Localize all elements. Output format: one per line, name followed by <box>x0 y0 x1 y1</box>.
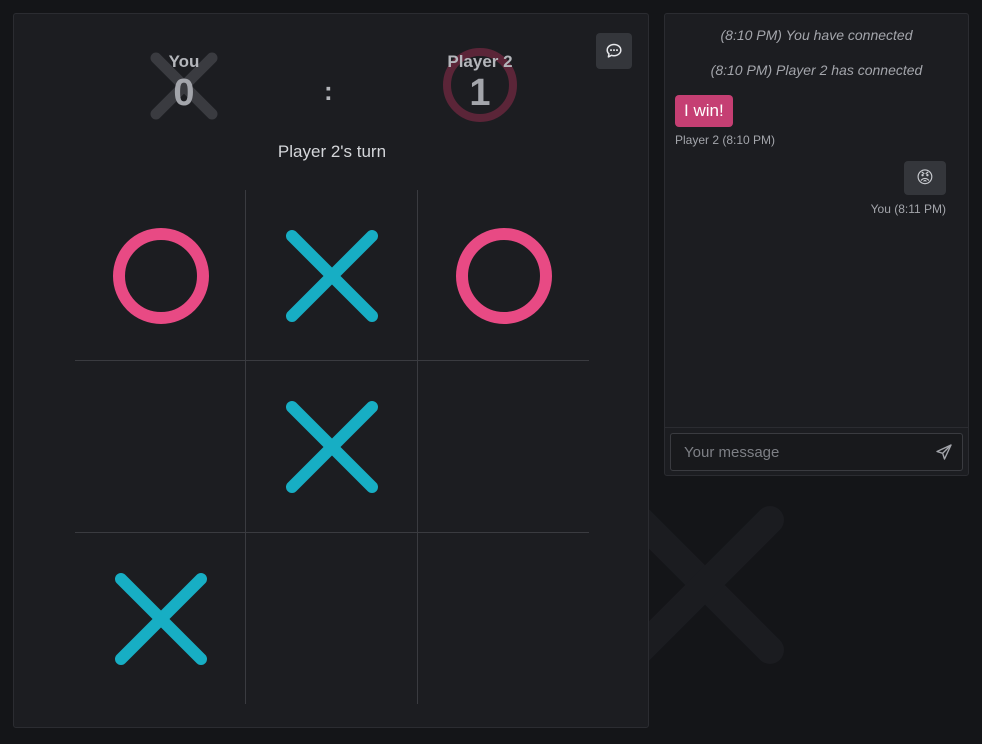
game-panel: You 0 : Player 2 1 Player 2's turn <box>13 13 649 728</box>
message-meta: You (8:11 PM) <box>870 202 946 216</box>
message-input[interactable] <box>671 434 921 470</box>
o-mark-icon <box>455 227 552 324</box>
o-mark-icon <box>112 227 209 324</box>
system-message: (8:10 PM) Player 2 has connected <box>710 62 923 78</box>
chat-panel: (8:10 PM) You have connected (8:10 PM) P… <box>664 13 969 476</box>
send-icon[interactable] <box>934 442 954 462</box>
chat-toggle-button[interactable] <box>596 33 632 69</box>
board-cell-5[interactable] <box>246 361 417 532</box>
player-name: You <box>168 52 200 71</box>
incoming-message-bubble: I win! <box>675 95 733 127</box>
board-cell-3[interactable] <box>418 190 589 361</box>
message-meta: Player 2 (8:10 PM) <box>675 133 776 147</box>
player-score: 0 <box>173 72 195 114</box>
board-cell-6[interactable] <box>418 361 589 532</box>
player-score: 1 <box>469 72 491 114</box>
score-player-1: You 0 <box>134 14 234 120</box>
divider <box>665 427 968 428</box>
outgoing-message-bubble: 😡 <box>904 161 946 195</box>
chat-bubble-icon <box>606 43 622 58</box>
board-cell-9[interactable] <box>418 533 589 704</box>
game-board <box>75 190 589 704</box>
board-cell-1[interactable] <box>75 190 246 361</box>
player-name: Player 2 <box>447 52 513 71</box>
score-player-2: Player 2 1 <box>430 14 530 122</box>
x-mark-icon <box>285 229 378 322</box>
x-mark-icon <box>114 572 207 665</box>
message-input-wrapper <box>670 433 963 471</box>
score-separator: : <box>324 76 333 106</box>
board-cell-8[interactable] <box>246 533 417 704</box>
board-cell-2[interactable] <box>246 190 417 361</box>
system-message: (8:10 PM) You have connected <box>720 27 913 43</box>
board-cell-4[interactable] <box>75 361 246 532</box>
board-cell-7[interactable] <box>75 533 246 704</box>
turn-indicator: Player 2's turn <box>277 142 387 161</box>
x-mark-icon <box>285 400 378 493</box>
